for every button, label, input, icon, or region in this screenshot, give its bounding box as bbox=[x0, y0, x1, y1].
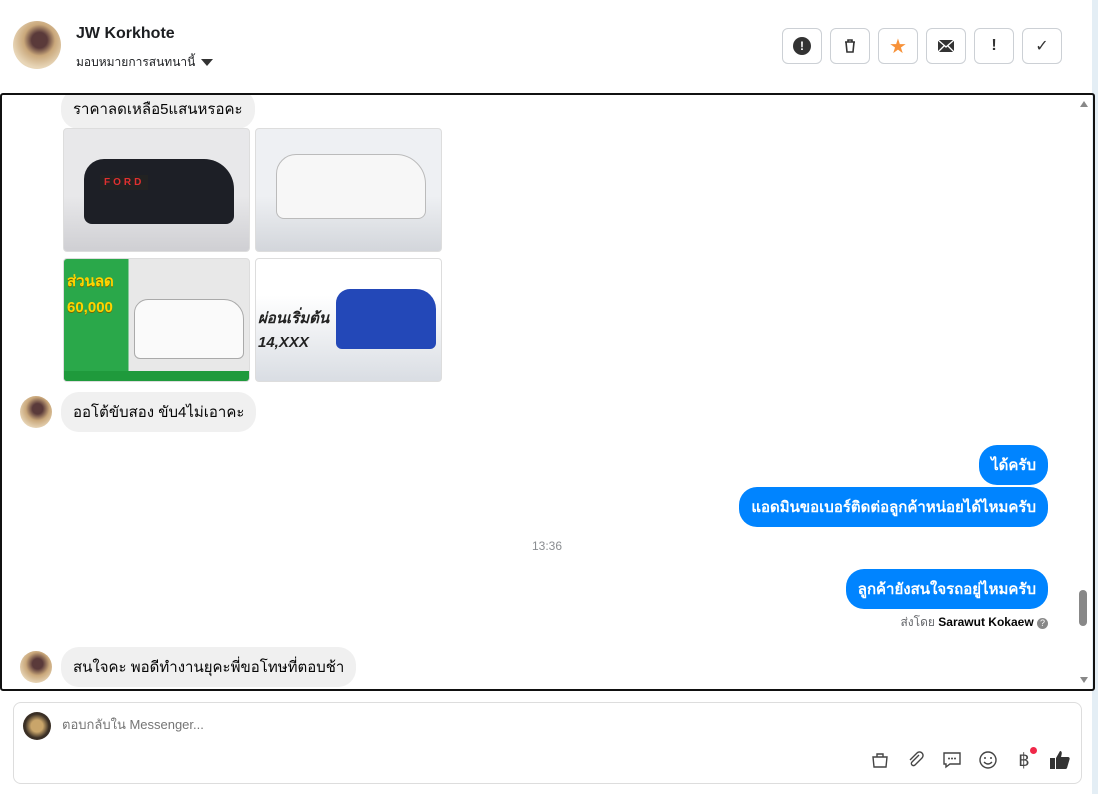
sender-name: Sarawut Kokaew bbox=[938, 615, 1034, 629]
scroll-up-icon[interactable] bbox=[1080, 101, 1088, 107]
message-outgoing: ลูกค้ายังสนใจรถอยู่ไหมครับ bbox=[845, 569, 1048, 609]
scrollbar-thumb[interactable] bbox=[1079, 590, 1087, 626]
car-image-black-ranger[interactable]: FORD bbox=[63, 128, 250, 252]
paperclip-icon[interactable] bbox=[905, 749, 927, 771]
saved-reply-icon[interactable] bbox=[941, 749, 963, 771]
check-icon[interactable]: ✓ bbox=[1022, 28, 1062, 64]
avatar bbox=[20, 651, 52, 683]
promo-discount-text: ส่วนลด 60,000 bbox=[67, 273, 114, 316]
contact-name: JW Korkhote bbox=[76, 25, 175, 42]
reply-input[interactable] bbox=[62, 717, 762, 732]
emoji-icon[interactable] bbox=[977, 749, 999, 771]
timestamp: 13:36 bbox=[531, 539, 563, 553]
message-outgoing: แอดมินขอเบอร์ติดต่อลูกค้าหน่อยได้ไหมครับ bbox=[739, 487, 1048, 527]
car-image-promo-installment[interactable]: ผ่อนเริ่มต้น 14,XXX bbox=[255, 258, 442, 382]
alert-circle-icon[interactable]: ! bbox=[782, 28, 822, 64]
mail-icon[interactable] bbox=[926, 28, 966, 64]
avatar bbox=[20, 396, 52, 428]
assign-label: มอบหมายการสนทนานี้ bbox=[76, 55, 196, 69]
payment-baht-icon[interactable]: ฿ bbox=[1013, 747, 1037, 771]
star-icon[interactable]: ★ bbox=[878, 28, 918, 64]
caret-down-icon bbox=[201, 59, 214, 66]
exclamation-icon[interactable]: ! bbox=[974, 28, 1014, 64]
avatar[interactable] bbox=[13, 21, 61, 69]
composer: ฿ bbox=[13, 702, 1082, 784]
scrollbar[interactable] bbox=[1078, 95, 1090, 689]
message-thread[interactable]: ราคาลดเหลือ5แสนหรอคะ FORD ส่วนลด 60,000 … bbox=[0, 93, 1095, 691]
thumbs-up-icon[interactable] bbox=[1049, 749, 1071, 771]
message-incoming: ออโต้ขับสอง ขับ4ไม่เอาคะ bbox=[61, 392, 257, 432]
message-outgoing: ได้ครับ bbox=[979, 445, 1048, 485]
message-incoming: สนใจคะ พอดีทำงานยุคะพี่ขอโทษที่ตอบช้า bbox=[61, 647, 357, 687]
car-image-white-ranger[interactable] bbox=[255, 128, 442, 252]
scroll-down-icon[interactable] bbox=[1080, 677, 1088, 683]
conversation-header: JW Korkhote มอบหมายการสนทนานี้ ! ★ ! ✓ bbox=[0, 0, 1092, 92]
message-incoming: ราคาลดเหลือ5แสนหรอคะ bbox=[61, 95, 255, 129]
notification-dot bbox=[1030, 747, 1037, 754]
promo-installment-text: ผ่อนเริ่มต้น 14,XXX bbox=[258, 310, 330, 351]
sent-by-label: ส่งโดย Sarawut Kokaew ? bbox=[900, 613, 1048, 632]
grille-logo-text: FORD bbox=[100, 175, 149, 190]
help-icon[interactable]: ? bbox=[1037, 618, 1048, 629]
car-image-promo-discount[interactable]: ส่วนลด 60,000 bbox=[63, 258, 250, 382]
trash-icon[interactable] bbox=[830, 28, 870, 64]
shopping-bag-icon[interactable] bbox=[869, 749, 891, 771]
assign-conversation-dropdown[interactable]: มอบหมายการสนทนานี้ bbox=[76, 53, 214, 72]
sent-by-prefix: ส่งโดย bbox=[900, 615, 935, 629]
page-avatar bbox=[23, 712, 51, 740]
